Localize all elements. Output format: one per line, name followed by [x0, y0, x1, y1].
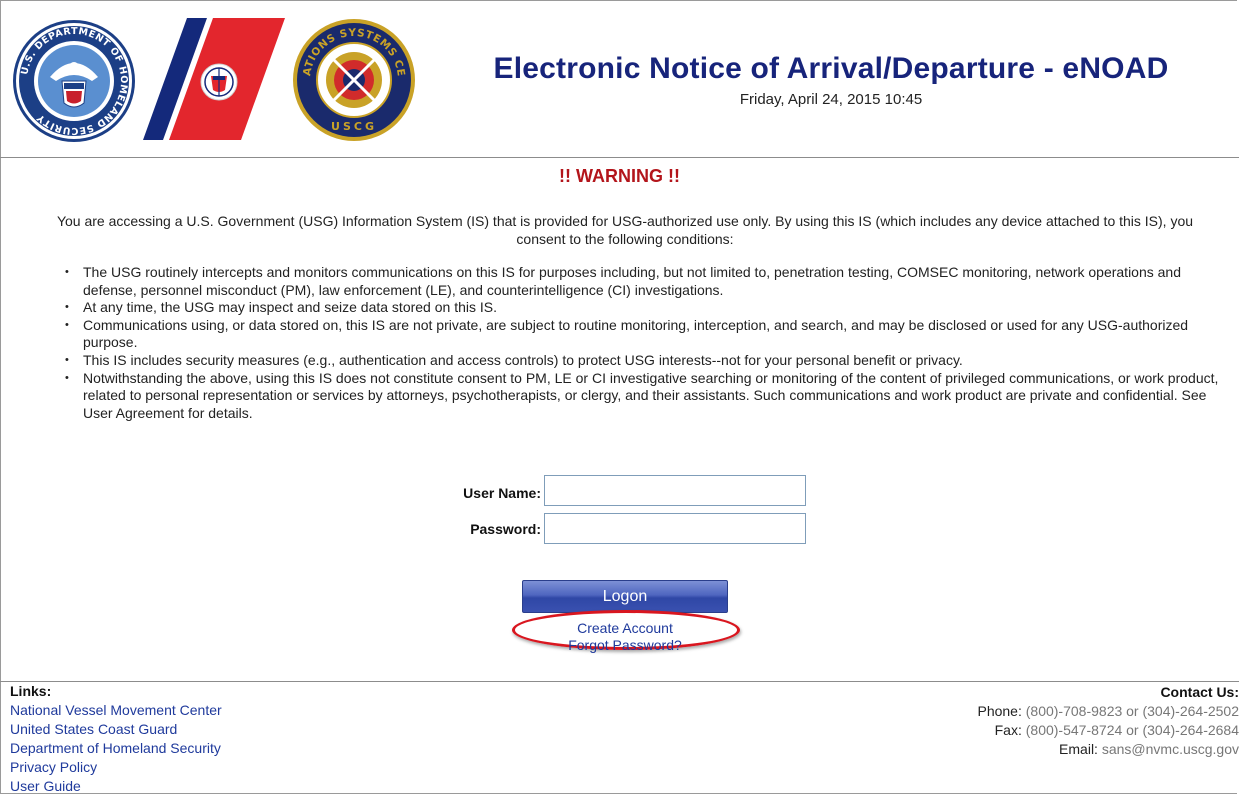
links-heading: Links: — [10, 683, 52, 699]
username-label: User Name: — [463, 485, 541, 501]
create-account-link[interactable]: Create Account — [522, 620, 728, 636]
current-datetime: Friday, April 24, 2015 10:45 — [739, 91, 923, 108]
link-united-states-coast-guard[interactable]: United States Coast Guard — [10, 720, 222, 739]
phone-label: Phone: — [977, 703, 1022, 719]
fax-label: Fax: — [994, 722, 1022, 738]
username-input[interactable] — [544, 475, 806, 506]
warning-conditions-list: The USG routinely intercepts and monitor… — [62, 264, 1222, 422]
footer-links: National Vessel Movement Center United S… — [10, 701, 222, 796]
link-national-vessel-movement-center[interactable]: National Vessel Movement Center — [10, 701, 222, 720]
forgot-password-link[interactable]: Forgot Password? — [522, 637, 728, 653]
email-link[interactable]: sans@nvmc.uscg.gov — [1102, 741, 1239, 757]
password-input[interactable] — [544, 513, 806, 544]
page-header: U.S. DEPARTMENT OF HOMELAND SECURITY ATI… — [0, 0, 1239, 158]
email-label: Email: — [1059, 741, 1098, 757]
page-title: Electronic Notice of Arrival/Departure -… — [493, 52, 1169, 85]
warning-condition-item: This IS includes security measures (e.g.… — [62, 352, 1222, 370]
link-department-of-homeland-security[interactable]: Department of Homeland Security — [10, 739, 222, 758]
password-label: Password: — [470, 521, 541, 537]
contact-us-heading: Contact Us: — [1160, 684, 1239, 700]
logon-button[interactable]: Logon — [522, 580, 728, 613]
contact-us-block: Contact Us: Phone: (800)-708-9823 or (30… — [819, 683, 1239, 759]
svg-text:USCG: USCG — [331, 120, 377, 133]
footer-divider — [0, 681, 1239, 682]
warning-intro: You are accessing a U.S. Government (USG… — [56, 213, 1194, 247]
phone-value: (800)-708-9823 or (304)-264-2502 — [1025, 703, 1239, 719]
warning-title: !! WARNING !! — [559, 166, 680, 186]
contact-phone: Phone: (800)-708-9823 or (304)-264-2502 — [819, 702, 1239, 721]
uscg-stripe-logo — [143, 18, 285, 140]
warning-condition-item: The USG routinely intercepts and monitor… — [62, 264, 1222, 299]
contact-fax: Fax: (800)-547-8724 or (304)-264-2684 — [819, 721, 1239, 740]
dhs-seal-logo: U.S. DEPARTMENT OF HOMELAND SECURITY — [12, 19, 136, 143]
warning-condition-item: Notwithstanding the above, using this IS… — [62, 370, 1222, 423]
contact-email: Email: sans@nvmc.uscg.gov — [819, 740, 1239, 759]
link-user-guide[interactable]: User Guide — [10, 777, 222, 796]
link-privacy-policy[interactable]: Privacy Policy — [10, 758, 222, 777]
warning-condition-item: Communications using, or data stored on,… — [62, 317, 1222, 352]
warning-condition-item: At any time, the USG may inspect and sei… — [62, 299, 1222, 317]
fax-value: (800)-547-8724 or (304)-264-2684 — [1025, 722, 1239, 738]
operations-systems-center-seal-logo: OPERATIONS SYSTEMS CENTER USCG — [287, 9, 416, 142]
